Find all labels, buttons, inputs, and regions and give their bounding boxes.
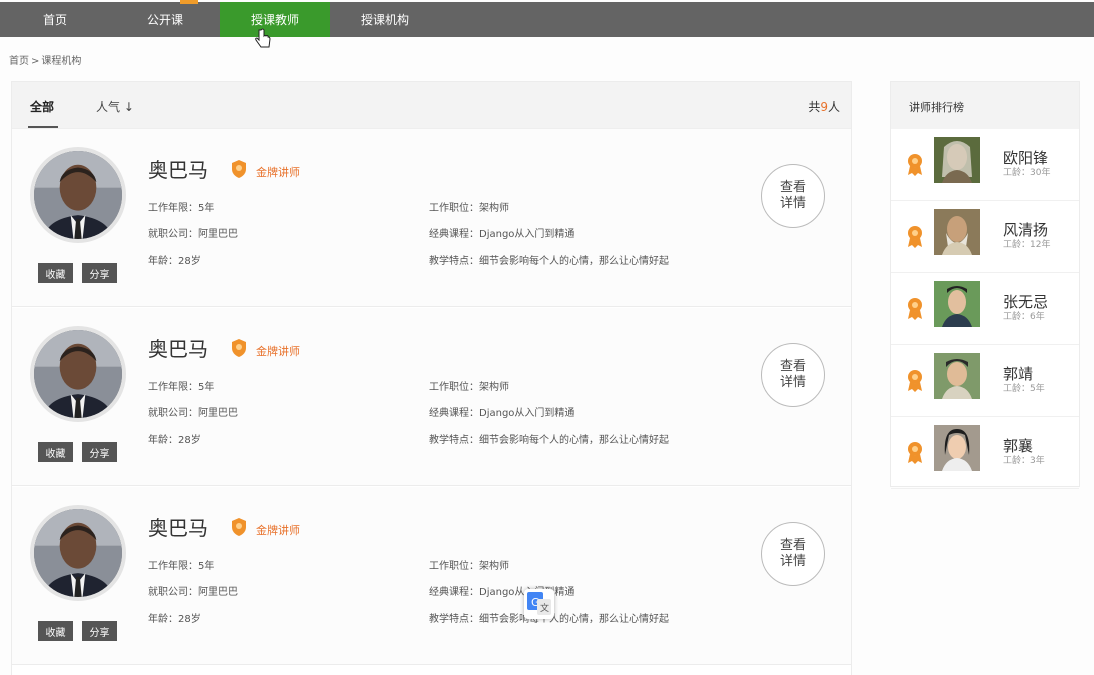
- teacher-photo: [934, 281, 980, 327]
- rank-medal-icon: [908, 370, 922, 392]
- ranking-work-age: 工龄：5年: [1003, 384, 1045, 394]
- portrait-icon: [34, 509, 122, 597]
- breadcrumb-current: 课程机构: [41, 56, 82, 67]
- hand-cursor-icon: [255, 28, 271, 48]
- rank-medal-icon: [908, 298, 922, 320]
- svg-text:文: 文: [540, 602, 549, 614]
- company: 就职公司：阿里巴巴: [148, 229, 238, 240]
- work-position: 工作职位：架构师: [429, 203, 509, 214]
- work-years: 工作年限：5年: [148, 203, 215, 214]
- share-button[interactable]: 分享: [82, 621, 117, 641]
- total-number: 9: [820, 100, 828, 114]
- gold-medal-icon: [232, 160, 246, 178]
- company: 就职公司：阿里巴巴: [148, 587, 238, 598]
- share-button[interactable]: 分享: [82, 442, 117, 462]
- nav-item-home[interactable]: 首页: [0, 2, 110, 37]
- nav-item-teachers[interactable]: 授课教师: [220, 2, 330, 37]
- teacher-name: 奥巴马: [148, 337, 208, 361]
- nav-indicator: [180, 0, 198, 4]
- portrait-icon: [34, 151, 122, 239]
- view-details-button[interactable]: 查看详情: [761, 164, 825, 228]
- ranking-work-age: 工龄：30年: [1003, 168, 1051, 178]
- ranking-item[interactable]: 郭靖 工龄：5年: [891, 345, 1079, 417]
- ranking-work-age: 工龄：6年: [1003, 312, 1045, 322]
- nav-item-open-course[interactable]: 公开课: [110, 2, 220, 37]
- total-suffix: 人: [827, 100, 840, 114]
- ranking-work-age: 工龄：12年: [1003, 240, 1051, 250]
- teacher-avatar[interactable]: [30, 326, 126, 422]
- teacher-name: 奥巴马: [148, 158, 208, 182]
- teacher-age: 年龄：28岁: [148, 256, 201, 267]
- favorite-button[interactable]: 收藏: [38, 621, 73, 641]
- gold-lecturer-badge: 金牌讲师: [256, 166, 300, 179]
- ranking-item[interactable]: 风清扬 工龄：12年: [891, 201, 1079, 273]
- teacher-list-panel: 全部 人气 ↓ 共9人 收藏 分享 奥巴马 金牌讲师 工作年限：5年 工作职位：…: [11, 81, 852, 675]
- ranking-title: 讲师排行榜: [891, 82, 1079, 129]
- favorite-button[interactable]: 收藏: [38, 442, 73, 462]
- breadcrumb-home[interactable]: 首页: [9, 56, 29, 67]
- teacher-photo: [934, 425, 980, 471]
- view-details-button[interactable]: 查看详情: [761, 522, 825, 586]
- gold-lecturer-badge: 金牌讲师: [256, 345, 300, 358]
- teacher-photo: [934, 209, 980, 255]
- nav-item-organizations[interactable]: 授课机构: [330, 2, 440, 37]
- teacher-ranking-panel: 讲师排行榜 欧阳锋 工龄：30年 风清扬 工龄：12年 张无忌 工龄：6年 郭靖…: [890, 81, 1080, 489]
- favorite-button[interactable]: 收藏: [38, 263, 73, 283]
- work-position: 工作职位：架构师: [429, 382, 509, 393]
- tab-all[interactable]: 全部: [27, 98, 59, 128]
- teacher-card: 收藏 分享 奥巴马 金牌讲师 工作年限：5年 工作职位：架构师 就职公司：阿里巴…: [12, 487, 851, 665]
- work-position: 工作职位：架构师: [429, 561, 509, 572]
- teacher-name: 奥巴马: [148, 516, 208, 540]
- breadcrumb-separator: >: [31, 56, 40, 67]
- classic-course: 经典课程：Django从入门到精通: [429, 229, 575, 240]
- portrait-icon: [34, 330, 122, 418]
- ranking-work-age: 工龄：3年: [1003, 456, 1045, 466]
- ranking-item[interactable]: 郭襄 工龄：3年: [891, 417, 1079, 489]
- teacher-photo: [934, 353, 980, 399]
- work-years: 工作年限：5年: [148, 561, 215, 572]
- tab-popularity[interactable]: 人气 ↓: [96, 98, 134, 115]
- rank-medal-icon: [908, 226, 922, 248]
- teacher-avatar[interactable]: [30, 505, 126, 601]
- teacher-photo: [934, 137, 980, 183]
- work-years: 工作年限：5年: [148, 382, 215, 393]
- sort-tabs: 全部 人气 ↓ 共9人: [12, 82, 851, 129]
- gold-lecturer-badge: 金牌讲师: [256, 524, 300, 537]
- ranking-item[interactable]: 张无忌 工龄：6年: [891, 273, 1079, 345]
- gold-medal-icon: [232, 339, 246, 357]
- rank-medal-icon: [908, 442, 922, 464]
- teacher-card: 收藏 分享 奥巴马 金牌讲师 工作年限：5年 工作职位：架构师 就职公司：阿里巴…: [12, 129, 851, 307]
- share-button[interactable]: 分享: [82, 263, 117, 283]
- teacher-age: 年龄：28岁: [148, 614, 201, 625]
- gold-medal-icon: [232, 518, 246, 536]
- teacher-age: 年龄：28岁: [148, 435, 201, 446]
- rank-medal-icon: [908, 154, 922, 176]
- classic-course: 经典课程：Django从入门到精通: [429, 408, 575, 419]
- ranking-item[interactable]: 欧阳锋 工龄：30年: [891, 129, 1079, 201]
- top-nav: 首页 公开课 授课教师 授课机构: [0, 0, 1094, 37]
- teacher-avatar[interactable]: [30, 147, 126, 243]
- total-prefix: 共: [808, 100, 821, 114]
- breadcrumb: 首页 > 课程机构: [9, 52, 83, 67]
- teacher-card: 收藏 分享 奥巴马 金牌讲师 工作年限：5年 工作职位：架构师 就职公司：阿里巴…: [12, 308, 851, 486]
- view-details-button[interactable]: 查看详情: [761, 343, 825, 407]
- teaching-feature: 教学特点：细节会影响每个人的心情，那么让心情好起: [429, 435, 669, 446]
- teaching-feature: 教学特点：细节会影响每个人的心情，那么让心情好起: [429, 256, 669, 267]
- translate-icon[interactable]: G 文: [524, 589, 554, 619]
- total-count: 共9人: [808, 98, 840, 115]
- company: 就职公司：阿里巴巴: [148, 408, 238, 419]
